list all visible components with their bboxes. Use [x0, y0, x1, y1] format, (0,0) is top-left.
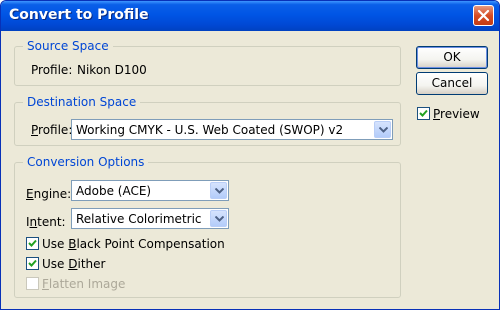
destination-profile-value: Working CMYK - U.S. Web Coated (SWOP) v2 — [76, 123, 344, 137]
intent-dropdown-button[interactable] — [210, 210, 227, 227]
destination-profile-dropdown-button[interactable] — [374, 121, 391, 138]
title-bar[interactable]: Convert to Profile — [1, 1, 499, 31]
intent-select[interactable]: Relative Colorimetric — [71, 208, 229, 229]
intent-value: Relative Colorimetric — [76, 212, 202, 226]
ok-button[interactable]: OK — [416, 46, 488, 69]
checkmark-icon — [28, 239, 37, 247]
engine-label: Engine: — [26, 187, 72, 201]
preview-checkbox[interactable] — [417, 107, 430, 120]
flatten-image-checkbox[interactable] — [26, 277, 39, 290]
chevron-down-icon — [215, 216, 224, 222]
source-profile-label: Profile: — [31, 63, 73, 77]
close-icon — [477, 9, 490, 22]
convert-to-profile-dialog: Convert to Profile Source Space Profile:… — [0, 0, 500, 310]
conversion-options-group: Conversion Options Engine: Adobe (ACE) I… — [14, 155, 401, 298]
cancel-button[interactable]: Cancel — [416, 72, 488, 95]
source-space-group: Source Space Profile: Nikon D100 — [14, 39, 401, 86]
black-point-compensation-label[interactable]: Use Black Point Compensation — [42, 237, 225, 251]
engine-value: Adobe (ACE) — [76, 184, 152, 198]
engine-dropdown-button[interactable] — [210, 182, 227, 199]
conversion-options-legend: Conversion Options — [23, 155, 149, 169]
engine-select[interactable]: Adobe (ACE) — [71, 180, 229, 201]
source-profile-value: Nikon D100 — [77, 63, 147, 77]
black-point-compensation-checkbox[interactable] — [26, 237, 39, 250]
chevron-down-icon — [379, 127, 388, 133]
flatten-image-label: Flatten Image — [42, 277, 126, 291]
checkmark-icon — [28, 259, 37, 267]
preview-label[interactable]: Preview — [433, 107, 480, 121]
dither-checkbox[interactable] — [26, 257, 39, 270]
destination-profile-select[interactable]: Working CMYK - U.S. Web Coated (SWOP) v2 — [71, 119, 393, 140]
intent-label: Intent: — [26, 215, 66, 229]
chevron-down-icon — [215, 188, 224, 194]
destination-space-group: Destination Space Profile: Working CMYK … — [14, 95, 401, 146]
window-title: Convert to Profile — [9, 7, 149, 23]
destination-profile-label: Profile: — [31, 123, 73, 137]
source-space-legend: Source Space — [23, 39, 113, 53]
checkmark-icon — [419, 109, 428, 117]
dither-label[interactable]: Use Dither — [42, 257, 105, 271]
close-button[interactable] — [473, 5, 494, 26]
destination-space-legend: Destination Space — [23, 95, 141, 109]
